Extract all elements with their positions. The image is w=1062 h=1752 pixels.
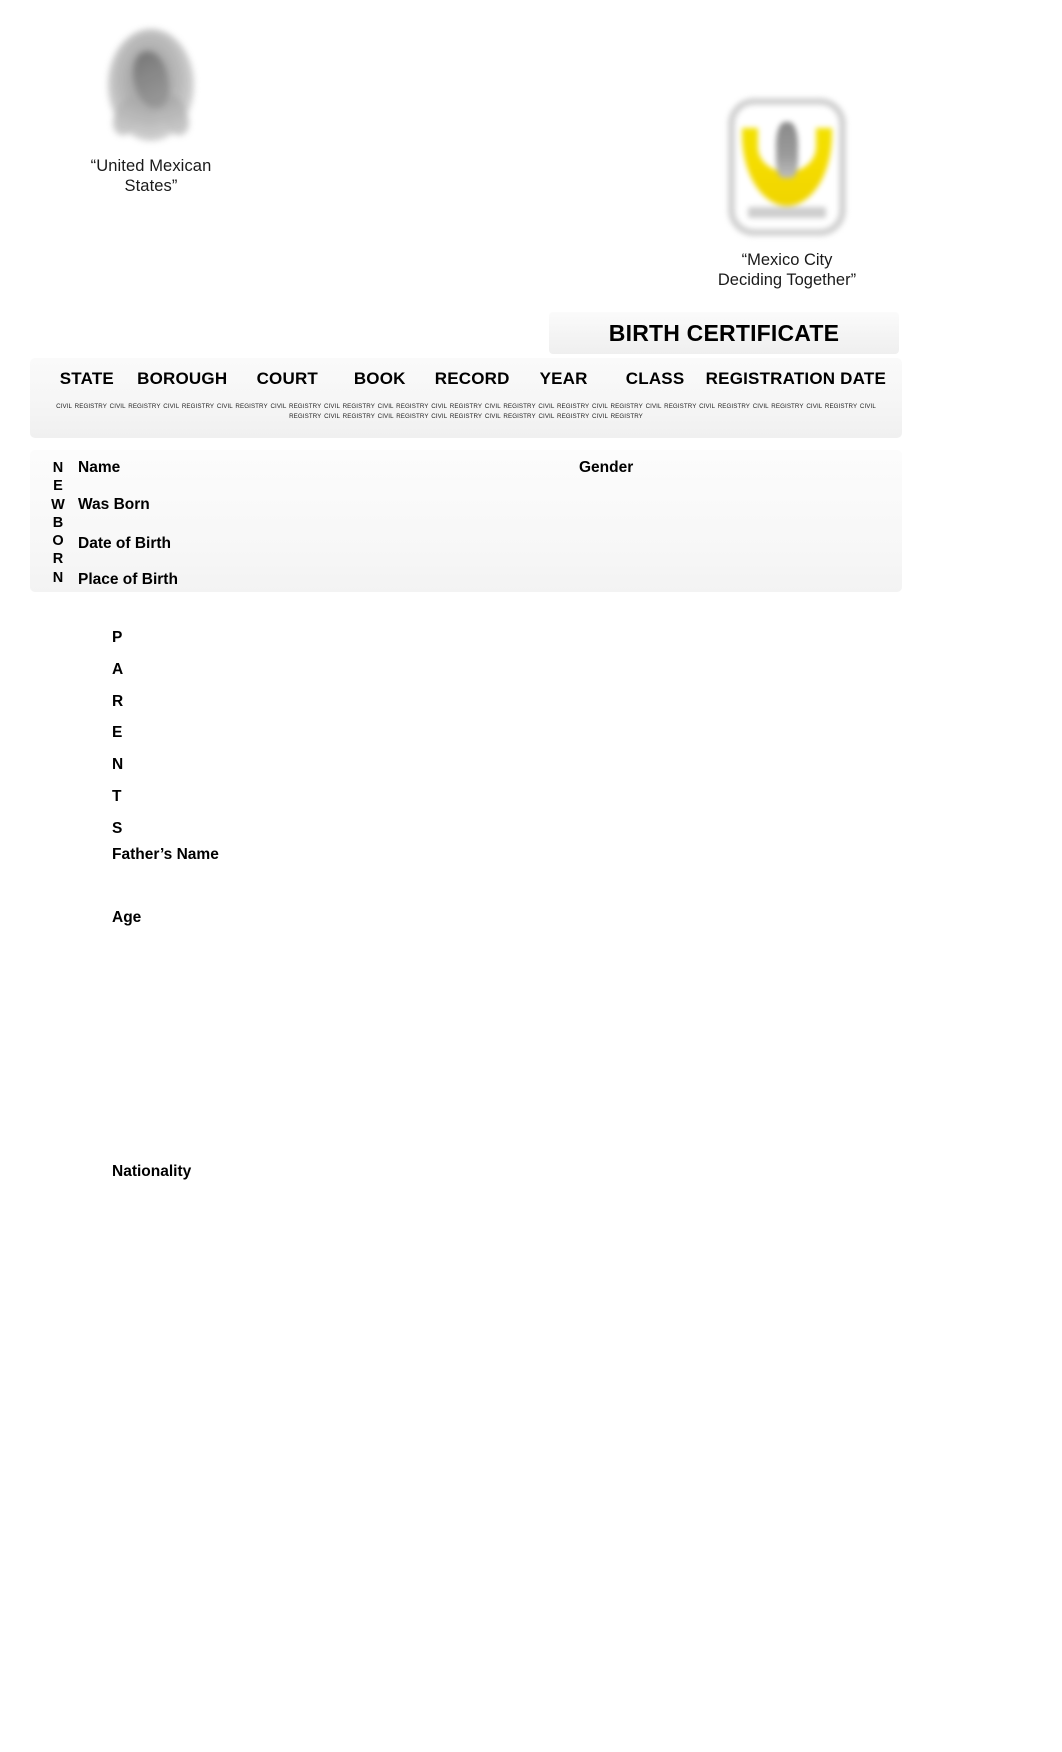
side-label-letter: E xyxy=(112,724,123,742)
city-logo-caption: “Mexico City Deciding Together” xyxy=(697,250,877,290)
side-label-letter: A xyxy=(112,660,124,678)
newborn-row-date-of-birth: Date of Birth xyxy=(78,535,894,553)
newborn-label-place-of-birth: Place of Birth xyxy=(78,571,178,588)
column-header-court: COURT xyxy=(256,369,319,388)
column-header-year: YEAR xyxy=(539,369,588,388)
city-logo-block: “Mexico City Deciding Together” xyxy=(697,92,877,290)
side-label-letter: R xyxy=(112,692,124,710)
side-label-letter: N xyxy=(52,569,64,586)
document-title-box: BIRTH CERTIFICATE xyxy=(549,312,899,354)
side-label-letter: N xyxy=(52,460,64,476)
column-header-borough: BOROUGH xyxy=(137,369,228,388)
side-label-letter: W xyxy=(51,496,65,513)
national-emblem-caption-line2: States” xyxy=(124,177,178,196)
page-title: BIRTH CERTIFICATE xyxy=(608,319,840,346)
column-header-book: BOOK xyxy=(353,369,406,388)
parents-label-fathers-name: Father’s Name xyxy=(112,846,219,863)
newborn-row-place-of-birth: Place of Birth xyxy=(78,571,894,589)
city-logo-caption-line2: Deciding Together” xyxy=(717,271,857,290)
newborn-label-name: Name xyxy=(78,459,121,476)
mexico-city-cdmx-logo-icon xyxy=(714,92,860,242)
side-label-letter: E xyxy=(53,478,63,495)
side-label-letter: R xyxy=(52,551,64,568)
newborn-label-date-of-birth: Date of Birth xyxy=(78,535,171,552)
newborn-label-was-born: Was Born xyxy=(78,496,150,513)
side-label-letter: S xyxy=(112,819,123,837)
parents-side-label: PARENTS xyxy=(112,622,130,845)
column-header-registration-date: REGISTRATION DATE xyxy=(705,369,886,388)
national-emblem-caption: “United Mexican States” xyxy=(62,156,240,196)
side-label-letter: T xyxy=(112,787,122,805)
city-logo-caption-line1: “Mexico City xyxy=(741,251,833,269)
newborn-row-was-born: Was Born xyxy=(78,496,894,514)
parents-label-nationality: Nationality xyxy=(112,1163,192,1180)
side-label-letter: O xyxy=(52,533,64,550)
birth-certificate-page: “United Mexican States” “Mexico City Dec… xyxy=(0,0,1062,1752)
national-emblem-block: “United Mexican States” xyxy=(62,20,240,196)
registry-header-strip: STATE BOROUGH COURT BOOK RECORD YEAR CLA… xyxy=(30,358,902,438)
column-header-state: STATE xyxy=(59,369,114,388)
newborn-label-gender: Gender xyxy=(579,459,634,476)
side-label-letter: N xyxy=(112,756,124,774)
newborn-row-name: Name Gender xyxy=(78,459,894,477)
side-label-letter: P xyxy=(112,629,123,646)
column-header-class: CLASS xyxy=(625,369,685,388)
mexican-coat-of-arms-icon xyxy=(101,20,201,150)
newborn-section: NEWBORN Name Gender Was Born Date of Bir… xyxy=(30,450,902,592)
newborn-fields: Name Gender Was Born Date of Birth Place… xyxy=(78,450,894,592)
security-microtext: CIVIL REGISTRY CIVIL REGISTRY CIVIL REGI… xyxy=(56,403,876,420)
national-emblem-caption-line1: “United Mexican xyxy=(90,157,212,175)
column-header-record: RECORD xyxy=(434,369,510,388)
side-label-letter: B xyxy=(52,514,64,531)
registry-column-headers: STATE BOROUGH COURT BOOK RECORD YEAR CLA… xyxy=(30,358,902,400)
parents-label-age: Age xyxy=(112,909,142,926)
newborn-side-label: NEWBORN xyxy=(48,459,68,587)
